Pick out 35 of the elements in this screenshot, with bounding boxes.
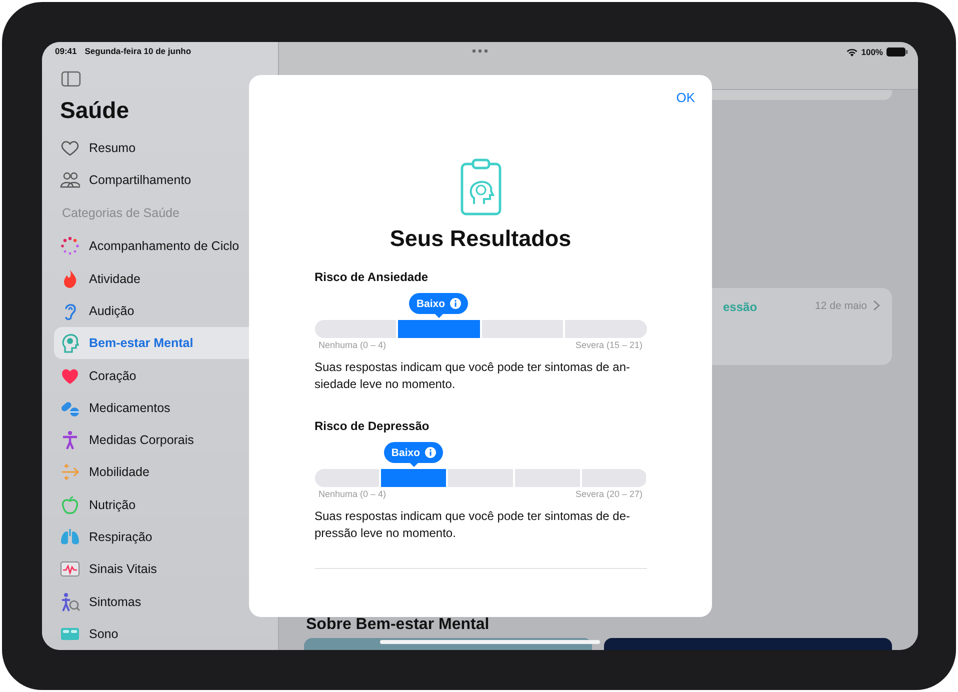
head-icon [60,333,80,354]
section-title: Sobre Bem-estar Mental [306,616,490,634]
battery-percent: 100% [861,47,883,57]
ok-button[interactable]: OK [674,88,697,107]
result-heading: Risco de Ansiedade [314,270,430,284]
sidebar-toggle-icon[interactable] [61,71,81,87]
multitasking-dots-icon[interactable] [472,49,488,53]
section-header: Categorias de Saúde [62,206,180,222]
arrows-icon [60,462,80,482]
clipboard-head-icon [460,158,502,216]
battery-icon [886,47,908,57]
scale-min-label: Nenhuma (0 – 4) [318,340,386,350]
sidebar-item[interactable]: Sono [54,618,278,650]
pulse-monitor-icon [60,559,80,580]
figure-icon [60,430,80,450]
person-magnifier-icon [60,592,80,612]
scale-max-label: Severa (20 – 27) [575,489,642,499]
people-icon [60,170,80,190]
info-icon [450,298,462,309]
card-date: 12 de maio [815,300,867,312]
card-title: essão [723,300,758,314]
result-description: Suas respostas indicam que você pode ter sintomas de de-pressão leve no momento. [314,508,632,542]
info-icon [424,447,436,458]
chevron-right-icon [873,300,880,312]
scale-min-label: Nenhuma (0 – 4) [318,489,386,499]
sheet-title: Seus Resultados [390,226,572,252]
wifi-icon [846,48,858,56]
result-description: Suas respostas indicam que você pode ter sintomas de an-siedade leve no momento. [314,359,632,393]
dots-ring-icon [60,236,80,256]
apple-icon [60,494,80,515]
status-time: 09:41 [55,46,77,56]
sidebar-title: Saúde [60,96,130,124]
scale-max-label: Severa (15 – 21) [575,340,642,350]
result-heading: Risco de Depressão [314,419,430,433]
status-date: Segunda-feira 10 de junho [84,46,192,56]
